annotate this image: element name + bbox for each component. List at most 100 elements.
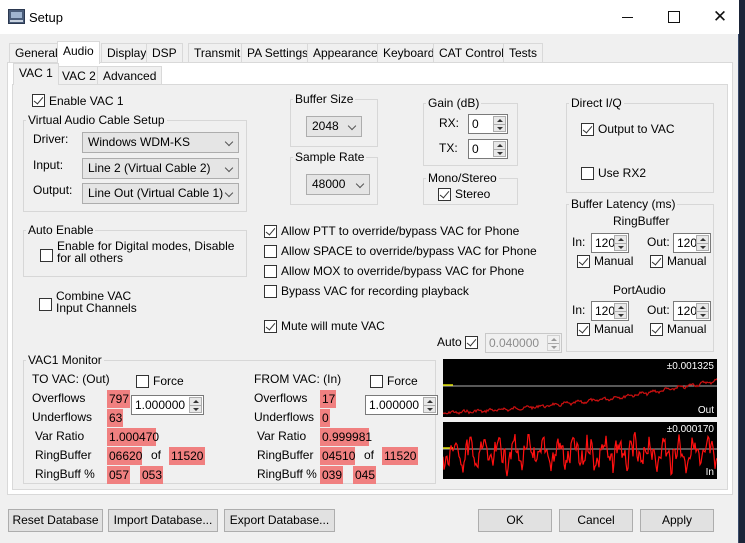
to-vac-force-checkbox[interactable] <box>136 375 149 388</box>
output-value: Line Out (Virtual Cable 1) <box>88 186 224 200</box>
ring-out-manual-label: Manual <box>667 254 707 268</box>
ring-out-manual-checkbox[interactable] <box>650 255 663 268</box>
port-out-manual-label: Manual <box>667 322 707 336</box>
subtab-vac1[interactable]: VAC 1 <box>13 63 59 85</box>
combine-vac-checkbox[interactable] <box>39 298 52 311</box>
sample-rate-title: Sample Rate <box>293 150 367 164</box>
allow-mox-checkbox[interactable] <box>264 265 277 278</box>
from-vac-ringbuff-pct-2: 045 <box>353 466 376 484</box>
ok-button[interactable]: OK <box>478 509 552 532</box>
gain-title: Gain (dB) <box>426 96 482 110</box>
output-to-vac-checkbox[interactable] <box>581 123 594 136</box>
spin-updown-icon[interactable] <box>696 235 709 251</box>
tab-display[interactable]: Display <box>101 43 153 63</box>
import-database-button[interactable]: Import Database... <box>108 509 218 532</box>
from-vac-ringbuffer-value: 04510 <box>320 447 356 465</box>
from-vac-force-value: 1.000000 <box>369 398 420 412</box>
apply-button[interactable]: Apply <box>640 509 714 532</box>
ring-in-manual-checkbox[interactable] <box>577 255 590 268</box>
spin-updown-icon[interactable] <box>493 141 506 157</box>
vac1-panel: Enable VAC 1 Virtual Audio Cable Setup D… <box>12 84 728 490</box>
from-vac-var-ratio-label: Var Ratio <box>257 429 307 443</box>
vac-setup-group: Virtual Audio Cable Setup Driver: Window… <box>23 113 247 212</box>
input-label: Input: <box>33 158 64 172</box>
subtab-vac2[interactable]: VAC 2 <box>56 66 102 85</box>
port-out-value: 120 <box>677 304 698 318</box>
buffer-size-value: 2048 <box>312 119 339 133</box>
spin-updown-icon[interactable] <box>614 235 627 251</box>
gain-rx-spinbox[interactable]: 0 <box>468 114 508 134</box>
window-title: Setup <box>29 10 63 25</box>
tab-transmit[interactable]: Transmit <box>188 43 247 63</box>
chevron-down-icon <box>355 179 365 189</box>
enable-vac-checkbox[interactable] <box>32 94 45 107</box>
from-vac-ringbuff-pct-1: 039 <box>320 466 343 484</box>
to-vac-force-label: Force <box>153 374 184 388</box>
buffer-size-dropdown[interactable]: 2048 <box>306 116 362 137</box>
stereo-checkbox[interactable] <box>438 188 451 201</box>
digital-modes-checkbox[interactable] <box>40 249 53 262</box>
close-button[interactable]: ✕ <box>697 0 743 34</box>
from-vac-overflows-value: 17 <box>320 390 336 408</box>
auto-enable-title: Auto Enable <box>26 223 96 237</box>
stereo-label: Stereo <box>455 187 491 201</box>
tab-audio[interactable]: Audio <box>57 41 100 64</box>
tab-general[interactable]: General <box>9 43 64 63</box>
spin-updown-icon[interactable] <box>547 335 560 351</box>
auto-checkbox[interactable] <box>465 336 478 349</box>
mute-vac-checkbox[interactable] <box>264 320 277 333</box>
sample-rate-dropdown[interactable]: 48000 <box>306 174 370 195</box>
in-scope-range: ±0.000170 <box>666 424 714 435</box>
export-database-button[interactable]: Export Database... <box>224 509 335 532</box>
tab-pa-settings[interactable]: PA Settings <box>241 43 315 63</box>
tab-cat-control[interactable]: CAT Control <box>433 43 510 63</box>
signal-trace <box>443 378 717 415</box>
gain-tx-value: 0 <box>472 142 479 156</box>
buffer-latency-group: Buffer Latency (ms) RingBuffer In: 120 O… <box>566 197 714 352</box>
cancel-button[interactable]: Cancel <box>559 509 633 532</box>
ring-out-spinbox[interactable]: 120 <box>673 233 711 253</box>
auto-label: Auto <box>437 335 462 349</box>
auto-value-spinbox[interactable]: 0.040000 <box>485 333 562 353</box>
maximize-button[interactable] <box>651 0 697 34</box>
tab-tests[interactable]: Tests <box>503 43 544 63</box>
combine-vac-label-line2: Input Channels <box>56 301 137 315</box>
port-in-manual-checkbox[interactable] <box>577 323 590 336</box>
allow-ptt-checkbox[interactable] <box>264 225 277 238</box>
gain-tx-spinbox[interactable]: 0 <box>468 139 508 159</box>
minimize-button[interactable] <box>605 0 651 34</box>
vac-setup-title: Virtual Audio Cable Setup <box>26 113 167 127</box>
subtab-advanced[interactable]: Advanced <box>97 66 163 85</box>
port-out-manual-checkbox[interactable] <box>650 323 663 336</box>
driver-dropdown[interactable]: Windows WDM-KS <box>82 132 239 153</box>
spin-updown-icon[interactable] <box>423 397 436 413</box>
allow-space-checkbox[interactable] <box>264 245 277 258</box>
from-vac-force-checkbox[interactable] <box>370 375 383 388</box>
port-in-spinbox[interactable]: 120 <box>591 301 629 321</box>
chevron-down-icon <box>224 137 234 147</box>
to-vac-force-spinbox[interactable]: 1.000000 <box>131 395 204 415</box>
from-vac-force-spinbox[interactable]: 1.000000 <box>365 395 438 415</box>
to-vac-underflows-label: Underflows <box>32 410 93 424</box>
chevron-down-icon <box>224 188 234 198</box>
spin-updown-icon[interactable] <box>493 116 506 132</box>
reset-database-button[interactable]: Reset Database <box>8 509 103 532</box>
tab-appearance[interactable]: Appearance <box>307 43 384 63</box>
bypass-recording-checkbox[interactable] <box>264 285 277 298</box>
signal-trace <box>443 432 717 477</box>
to-vac-overflows-value: 797 <box>107 390 130 408</box>
tab-dsp[interactable]: DSP <box>146 43 183 63</box>
spin-updown-icon[interactable] <box>696 303 709 319</box>
from-vac-var-ratio-value: 0.999981 <box>320 428 373 446</box>
use-rx2-checkbox[interactable] <box>581 167 594 180</box>
allow-space-label: Allow SPACE to override/bypass VAC for P… <box>281 244 537 258</box>
port-out-spinbox[interactable]: 120 <box>673 301 711 321</box>
spin-updown-icon[interactable] <box>189 397 202 413</box>
auto-value: 0.040000 <box>489 336 540 350</box>
spin-updown-icon[interactable] <box>614 303 627 319</box>
ring-in-spinbox[interactable]: 120 <box>591 233 629 253</box>
monitor-title: VAC1 Monitor <box>26 353 104 367</box>
tab-keyboard[interactable]: Keyboard <box>377 43 441 63</box>
input-dropdown[interactable]: Line 2 (Virtual Cable 2) <box>82 158 239 179</box>
output-dropdown[interactable]: Line Out (Virtual Cable 1) <box>82 183 239 204</box>
